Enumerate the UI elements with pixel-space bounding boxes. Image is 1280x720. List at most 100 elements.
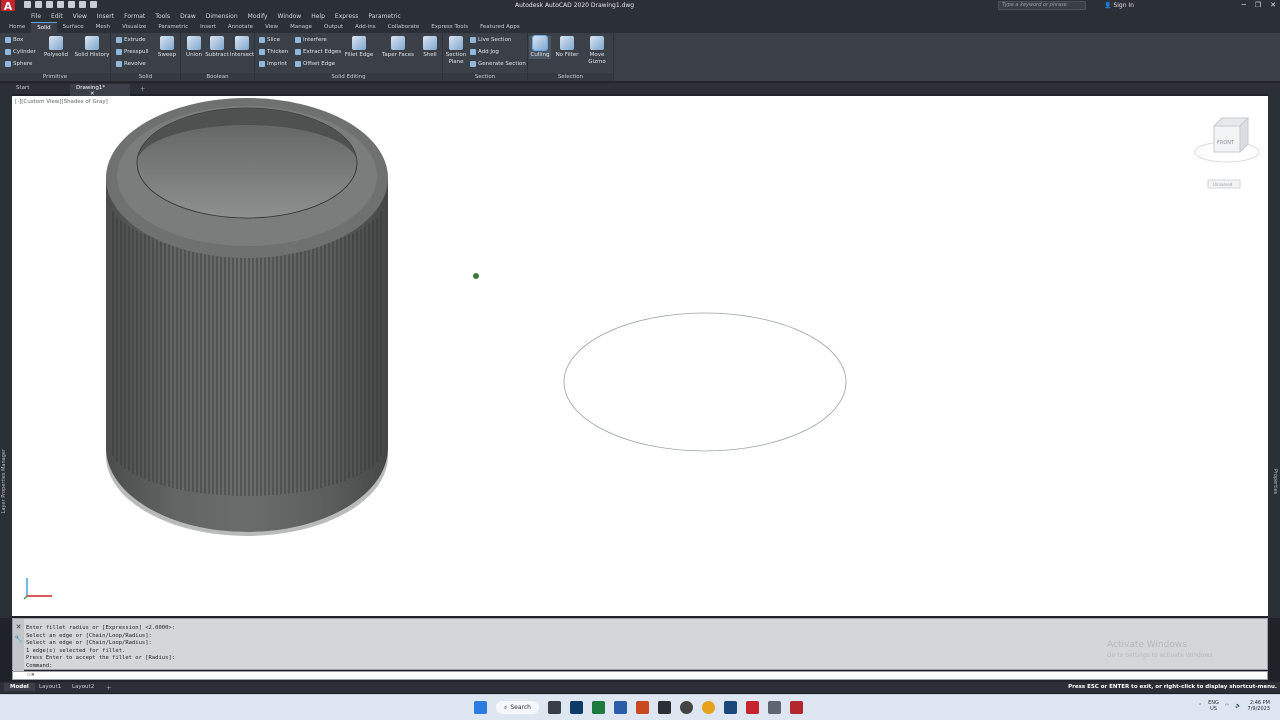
- tab-mesh[interactable]: Mesh: [90, 22, 116, 33]
- snipping-tool-icon[interactable]: [768, 701, 781, 714]
- tab-view[interactable]: View: [259, 22, 284, 33]
- sign-in-button[interactable]: 👤 Sign In: [1104, 2, 1134, 9]
- file-explorer-icon[interactable]: [658, 701, 671, 714]
- section-plane-button[interactable]: Section Plane: [444, 36, 468, 66]
- undo-icon[interactable]: [79, 1, 86, 8]
- close-command-icon[interactable]: ✕: [13, 623, 24, 631]
- add-jog-button[interactable]: Add Jog: [470, 49, 499, 55]
- slice-button[interactable]: Slice: [259, 37, 280, 43]
- menu-parametric[interactable]: Parametric: [363, 11, 406, 22]
- presspull-button[interactable]: Presspull: [116, 49, 149, 55]
- solid-history-button[interactable]: Solid History: [74, 36, 110, 59]
- menu-help[interactable]: Help: [306, 11, 330, 22]
- save-icon[interactable]: [46, 1, 53, 8]
- subtract-button[interactable]: Subtract: [205, 36, 229, 59]
- ellipse-object[interactable]: [563, 312, 847, 452]
- file-tab-start[interactable]: Start: [10, 84, 35, 92]
- point-marker[interactable]: [473, 273, 479, 279]
- new-tab-icon[interactable]: ＋: [134, 84, 152, 94]
- word-icon[interactable]: [614, 701, 627, 714]
- sweep-button[interactable]: Sweep: [155, 36, 179, 59]
- redo-icon[interactable]: [90, 1, 97, 8]
- menu-modify[interactable]: Modify: [243, 11, 273, 22]
- menu-edit[interactable]: Edit: [46, 11, 68, 22]
- menu-view[interactable]: View: [68, 11, 92, 22]
- tab-add-ins[interactable]: Add-ins: [349, 22, 382, 33]
- extract-edges-button[interactable]: Extract Edges: [295, 49, 341, 55]
- no-filter-button[interactable]: No Filter: [553, 36, 581, 59]
- autocad-taskbar-icon[interactable]: [746, 701, 759, 714]
- language-indicator[interactable]: ENG US: [1208, 700, 1219, 712]
- offset-edge-button[interactable]: Offset Edge: [295, 61, 335, 67]
- drawing-viewport[interactable]: [-][Custom View][Shades of Gray] FRONT U…: [12, 96, 1268, 616]
- open-icon[interactable]: [35, 1, 42, 8]
- union-button[interactable]: Union: [183, 36, 205, 59]
- culling-button[interactable]: Culling: [529, 35, 551, 59]
- tab-parametric[interactable]: Parametric: [152, 22, 194, 33]
- powerpoint-icon[interactable]: [636, 701, 649, 714]
- search-input[interactable]: Type a keyword or phrase: [998, 1, 1086, 10]
- chrome-icon[interactable]: [702, 701, 715, 714]
- customize-icon[interactable]: 🔧: [13, 635, 24, 643]
- extrude-button[interactable]: Extrude: [116, 37, 146, 43]
- menu-file[interactable]: File: [26, 11, 46, 22]
- tab-solid[interactable]: Solid: [31, 22, 57, 33]
- command-input[interactable]: ▭▾: [12, 671, 1268, 680]
- tray-chevron-icon[interactable]: ⌃: [1198, 703, 1202, 709]
- layer-properties-palette-label[interactable]: Layer Properties Manager: [1, 449, 7, 513]
- minimize-icon[interactable]: ─: [1242, 1, 1246, 9]
- live-section-button[interactable]: Live Section: [470, 37, 511, 43]
- revit-icon[interactable]: [724, 701, 737, 714]
- restore-icon[interactable]: ❐: [1255, 1, 1261, 9]
- revolve-button[interactable]: Revolve: [116, 61, 146, 67]
- tab-featured-apps[interactable]: Featured Apps: [474, 22, 526, 33]
- properties-palette-label[interactable]: Properties: [1272, 469, 1278, 494]
- layout-tab-model[interactable]: Model: [4, 683, 35, 691]
- menu-insert[interactable]: Insert: [92, 11, 119, 22]
- panel-title-section[interactable]: Section: [443, 73, 527, 81]
- sphere-button[interactable]: Sphere: [5, 61, 32, 67]
- taskbar-search-button[interactable]: ⌕ Search: [496, 701, 539, 714]
- layout-tab-layout2[interactable]: Layout2: [66, 683, 100, 691]
- box-button[interactable]: Box: [5, 37, 23, 43]
- tab-home[interactable]: Home: [3, 22, 31, 33]
- wifi-icon[interactable]: ◠: [1225, 703, 1229, 709]
- menu-tools[interactable]: Tools: [150, 11, 175, 22]
- clock[interactable]: 2:46 PM 7/9/2023: [1248, 700, 1270, 712]
- windows-start-icon[interactable]: [474, 701, 487, 714]
- taper-faces-button[interactable]: Taper Faces: [381, 36, 415, 59]
- add-layout-icon[interactable]: ＋: [100, 683, 118, 693]
- tab-surface[interactable]: Surface: [57, 22, 90, 33]
- menu-dimension[interactable]: Dimension: [201, 11, 243, 22]
- cylinder-button[interactable]: Cylinder: [5, 49, 36, 55]
- tab-manage[interactable]: Manage: [284, 22, 318, 33]
- tab-annotate[interactable]: Annotate: [222, 22, 259, 33]
- plot-icon[interactable]: [68, 1, 75, 8]
- left-palette-strip[interactable]: Layer Properties Manager: [0, 94, 12, 618]
- imprint-button[interactable]: Imprint: [259, 61, 287, 67]
- intersect-button[interactable]: Intersect: [229, 36, 255, 59]
- ribbed-cylinder-solid[interactable]: [106, 98, 388, 536]
- whatsapp-icon[interactable]: [680, 701, 693, 714]
- viewcube-face-label[interactable]: FRONT: [1217, 140, 1235, 146]
- menu-window[interactable]: Window: [273, 11, 307, 22]
- task-view-icon[interactable]: [548, 701, 561, 714]
- interfere-button[interactable]: Interfere: [295, 37, 327, 43]
- volume-icon[interactable]: 🔈: [1235, 703, 1241, 709]
- photoshop-icon[interactable]: [570, 701, 583, 714]
- fillet-edge-button[interactable]: Fillet Edge: [343, 36, 375, 59]
- new-icon[interactable]: [24, 1, 31, 8]
- layout-tab-layout1[interactable]: Layout1: [33, 683, 67, 691]
- thicken-button[interactable]: Thicken: [259, 49, 288, 55]
- right-palette-strip[interactable]: Properties: [1268, 94, 1280, 618]
- tab-visualize[interactable]: Visualize: [116, 22, 152, 33]
- move-gizmo-button[interactable]: Move Gizmo: [583, 36, 611, 66]
- generate-section-button[interactable]: Generate Section: [470, 61, 526, 67]
- menu-express[interactable]: Express: [330, 11, 363, 22]
- tab-insert[interactable]: Insert: [194, 22, 222, 33]
- save-as-icon[interactable]: [57, 1, 64, 8]
- excel-icon[interactable]: [592, 701, 605, 714]
- polysolid-button[interactable]: Polysolid: [40, 36, 72, 59]
- media-app-icon[interactable]: [790, 701, 803, 714]
- tab-output[interactable]: Output: [318, 22, 349, 33]
